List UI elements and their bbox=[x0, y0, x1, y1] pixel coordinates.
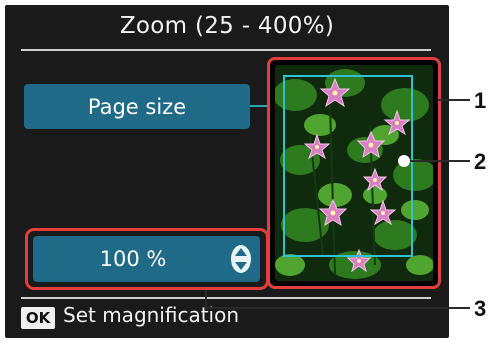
callout-number-3: 3 bbox=[474, 296, 487, 321]
page-size-button[interactable]: Page size bbox=[24, 84, 250, 129]
preview-highlight-frame bbox=[267, 57, 441, 289]
ok-button-icon: OK bbox=[21, 307, 55, 329]
photo-preview bbox=[275, 65, 433, 281]
zoom-area-box bbox=[283, 75, 413, 257]
callout-dot-2 bbox=[398, 155, 410, 167]
magnification-field[interactable]: 100 % bbox=[33, 236, 260, 282]
title-divider bbox=[21, 49, 431, 51]
footer-divider bbox=[21, 297, 431, 299]
magnification-value: 100 % bbox=[99, 247, 167, 271]
callout-number-1: 1 bbox=[474, 88, 487, 113]
up-down-arrows-icon[interactable] bbox=[230, 244, 252, 274]
callout-line-2 bbox=[404, 160, 470, 162]
callout-line-1 bbox=[437, 99, 470, 101]
magnification-highlight-frame: 100 % bbox=[25, 228, 269, 290]
lcd-screen: Zoom (25 - 400%) Page size 100 % OK Set … bbox=[5, 5, 449, 338]
callout-line-3-vertical bbox=[205, 290, 207, 308]
callout-line-3 bbox=[205, 307, 470, 309]
screen-title: Zoom (25 - 400%) bbox=[119, 13, 335, 39]
callout-number-2: 2 bbox=[474, 149, 487, 174]
